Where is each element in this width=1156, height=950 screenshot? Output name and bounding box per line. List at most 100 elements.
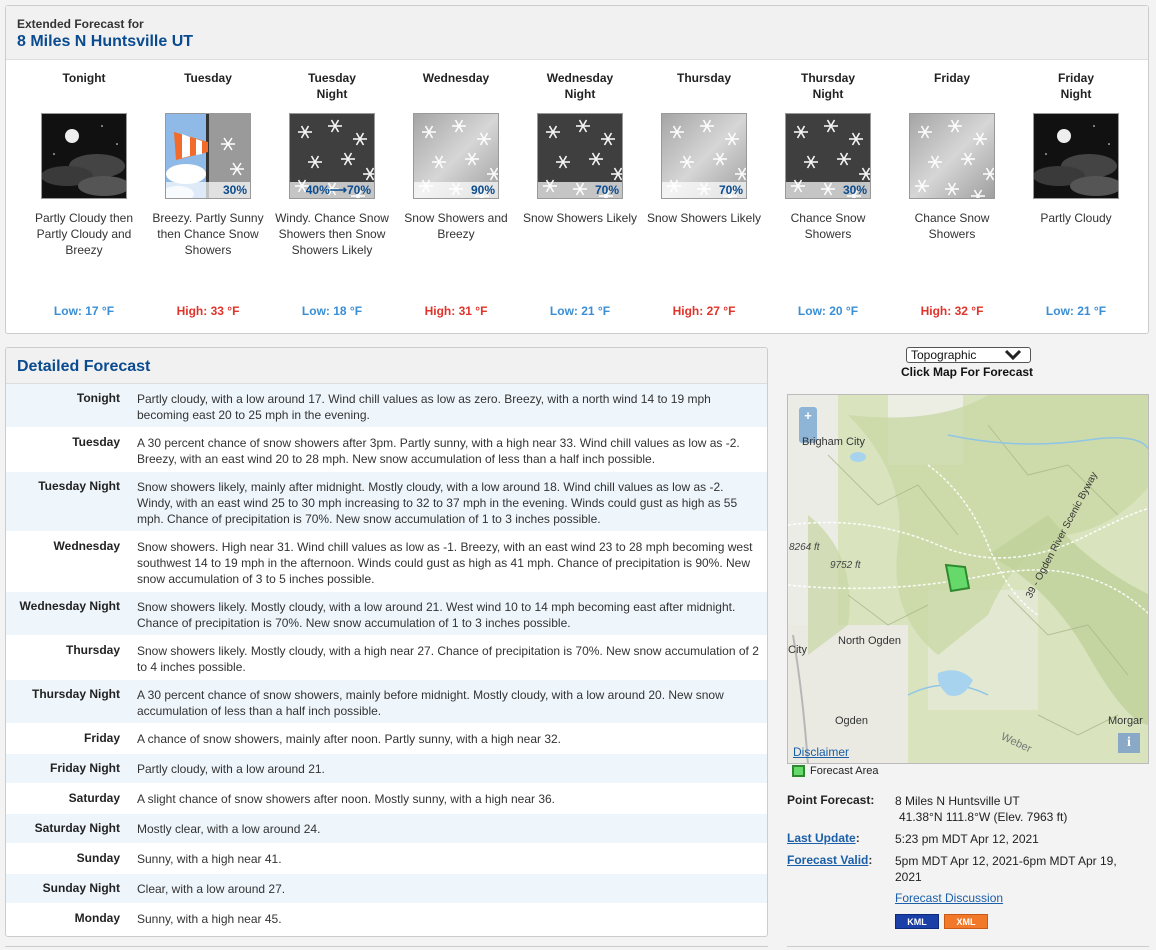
period-temp: High: 33 °F <box>176 304 240 318</box>
detailed-period-label: Tuesday <box>72 435 120 449</box>
detailed-period-text: Snow showers likely. Mostly cloudy, with… <box>137 600 736 630</box>
extended-forecast-pretitle: Extended Forecast for <box>17 17 144 31</box>
snow-icon <box>910 114 994 198</box>
map-disclaimer-link[interactable]: Disclaimer <box>793 745 849 759</box>
forecast-periods: Tonight Partly Cloudy then Partly Cloudy… <box>17 68 1148 328</box>
map-type-select[interactable]: Topographic <box>906 347 1031 363</box>
night-partly-cloudy-icon <box>1034 114 1118 198</box>
precip-chance: 30% <box>786 182 870 198</box>
detailed-period-text: Sunny, with a high near 41. <box>137 852 282 866</box>
weather-icon-box: 90% <box>413 113 499 199</box>
detailed-period-text: A 30 percent chance of snow showers, mai… <box>137 688 724 718</box>
period-name: Friday Night <box>1057 71 1094 101</box>
detailed-period-label: Tonight <box>76 391 120 405</box>
detailed-period-label: Monday <box>74 911 120 925</box>
detailed-period-label: Saturday Night <box>34 821 120 835</box>
short-forecast: Partly Cloudy then Partly Cloudy and Bre… <box>34 211 134 257</box>
detailed-period-label: Wednesday Night <box>19 599 120 613</box>
map-label-north-ogden: North Ogden <box>838 635 901 647</box>
detailed-forecast-row: Saturday Night Mostly clear, with a low … <box>6 814 767 844</box>
detailed-period-text: A chance of snow showers, mainly after n… <box>137 732 562 746</box>
detailed-period-text: Partly cloudy, with a low around 17. Win… <box>137 392 711 422</box>
precip-chance: 30% <box>166 182 250 198</box>
map-label-city: City <box>788 644 807 656</box>
last-update-link[interactable]: Last Update <box>787 831 856 845</box>
forecast-period: Friday Night Partly Cloudy Low: 21 °F <box>1014 68 1138 318</box>
detailed-period-label: Sunday <box>76 851 120 865</box>
forecast-period: Tonight Partly Cloudy then Partly Cloudy… <box>22 68 146 318</box>
period-temp: High: 27 °F <box>672 304 736 318</box>
forecast-location-title: 8 Miles N Huntsville UT <box>17 33 194 50</box>
short-forecast: Snow Showers and Breezy <box>404 211 508 241</box>
detailed-period-label: Wednesday <box>53 539 120 553</box>
detailed-period-label: Tuesday Night <box>38 479 120 493</box>
period-name: Friday <box>933 71 970 85</box>
detailed-period-text: Snow showers. High near 31. Wind chill v… <box>137 540 753 586</box>
topographic-map-icon <box>788 395 1148 763</box>
forecast-map[interactable]: + Brigham City 8264 ft 9752 ft North Ogd… <box>787 394 1149 764</box>
xml-button[interactable]: XML <box>944 914 988 929</box>
map-info-button[interactable]: i <box>1118 733 1140 753</box>
weather-icon-box: 30% <box>165 113 251 199</box>
detailed-forecast-panel: Detailed Forecast Tonight Partly cloudy,… <box>5 347 768 937</box>
short-forecast: Chance Snow Showers <box>914 211 990 241</box>
weather-icon-box <box>1033 113 1119 199</box>
period-temp: Low: 21 °F <box>1045 304 1107 318</box>
map-legend: Forecast Area <box>792 765 878 777</box>
map-label-elevation: 8264 ft <box>789 542 820 553</box>
detailed-period-label: Friday <box>83 731 120 745</box>
map-label-ogden: Ogden <box>835 715 869 727</box>
detailed-period-label: Thursday <box>65 643 120 657</box>
detailed-forecast-row: Saturday A slight chance of snow showers… <box>6 784 767 814</box>
weather-icon-box: 30% <box>785 113 871 199</box>
period-name: Thursday Night <box>800 71 855 101</box>
detailed-period-text: A slight chance of snow showers after no… <box>137 792 556 806</box>
detailed-forecast-row: Thursday Night A 30 percent chance of sn… <box>6 680 767 724</box>
chevron-down-icon <box>1004 349 1022 364</box>
weather-icon-box <box>41 113 127 199</box>
short-forecast: Snow Showers Likely <box>522 211 638 225</box>
forecast-period: Tuesday Night 40%⟶70% Windy. Chance Snow … <box>270 68 394 318</box>
short-forecast: Windy. Chance Snow Showers then Snow Sho… <box>275 211 389 257</box>
detailed-forecast-row: Wednesday Night Snow showers likely. Mos… <box>6 592 767 636</box>
panel-edge <box>787 946 1149 950</box>
period-name: Tuesday Night <box>308 71 356 101</box>
precip-chance: 70% <box>538 182 622 198</box>
detailed-forecast-row: Friday A chance of snow showers, mainly … <box>6 724 767 754</box>
period-temp: High: 31 °F <box>424 304 488 318</box>
extended-forecast-panel: Extended Forecast for 8 Miles N Huntsvil… <box>5 5 1149 334</box>
detailed-period-text: Snow showers likely. Mostly cloudy, with… <box>137 644 759 674</box>
detailed-forecast-row: Wednesday Snow showers. High near 31. Wi… <box>6 532 767 592</box>
weather-icon-box: 40%⟶70% <box>289 113 375 199</box>
kml-button[interactable]: KML <box>895 914 939 929</box>
forecast-period: Wednesday Night 70% Snow Showers Likely L… <box>518 68 642 318</box>
detailed-period-label: Thursday Night <box>31 687 120 701</box>
period-name: Wednesday Night <box>546 71 614 101</box>
detailed-forecast-row: Friday Night Partly cloudy, with a low a… <box>6 754 767 784</box>
detailed-forecast-row: Sunday Night Clear, with a low around 27… <box>6 874 767 904</box>
period-temp: Low: 18 °F <box>301 304 363 318</box>
last-update-row: Last Update: <box>787 831 860 845</box>
weather-icon-box: 70% <box>537 113 623 199</box>
map-label-morgan: Morgar <box>1108 715 1143 727</box>
detailed-period-label: Saturday <box>68 791 120 805</box>
detailed-period-text: Clear, with a low around 27. <box>137 882 286 896</box>
detailed-period-text: Snow showers likely, mainly after midnig… <box>137 480 738 526</box>
extended-forecast-header: Extended Forecast for 8 Miles N Huntsvil… <box>6 6 1148 60</box>
map-label-elevation: 9752 ft <box>830 560 861 571</box>
point-forecast-name: 8 Miles N Huntsville UT <box>895 794 1020 808</box>
weather-icon-box: 70% <box>661 113 747 199</box>
detailed-forecast-row: Tuesday A 30 percent chance of snow show… <box>6 428 767 472</box>
forecast-discussion-link[interactable]: Forecast Discussion <box>895 891 1003 905</box>
last-update-value: 5:23 pm MDT Apr 12, 2021 <box>895 832 1039 846</box>
short-forecast: Snow Showers Likely <box>646 211 762 225</box>
detailed-period-text: Mostly clear, with a low around 24. <box>137 822 321 836</box>
detailed-forecast-row: Sunday Sunny, with a high near 41. <box>6 844 767 874</box>
detailed-forecast-row: Tonight Partly cloudy, with a low around… <box>6 384 767 428</box>
forecast-period: Thursday Night 30% Chance Snow Showers Lo… <box>766 68 890 318</box>
short-forecast: Breezy. Partly Sunny then Chance Snow Sh… <box>152 211 264 257</box>
forecast-valid-link[interactable]: Forecast Valid <box>787 853 868 867</box>
short-forecast: Chance Snow Showers <box>790 211 866 241</box>
period-name: Tuesday <box>184 71 232 85</box>
forecast-period: Thursday 70% Snow Showers Likely High: 2… <box>642 68 766 318</box>
